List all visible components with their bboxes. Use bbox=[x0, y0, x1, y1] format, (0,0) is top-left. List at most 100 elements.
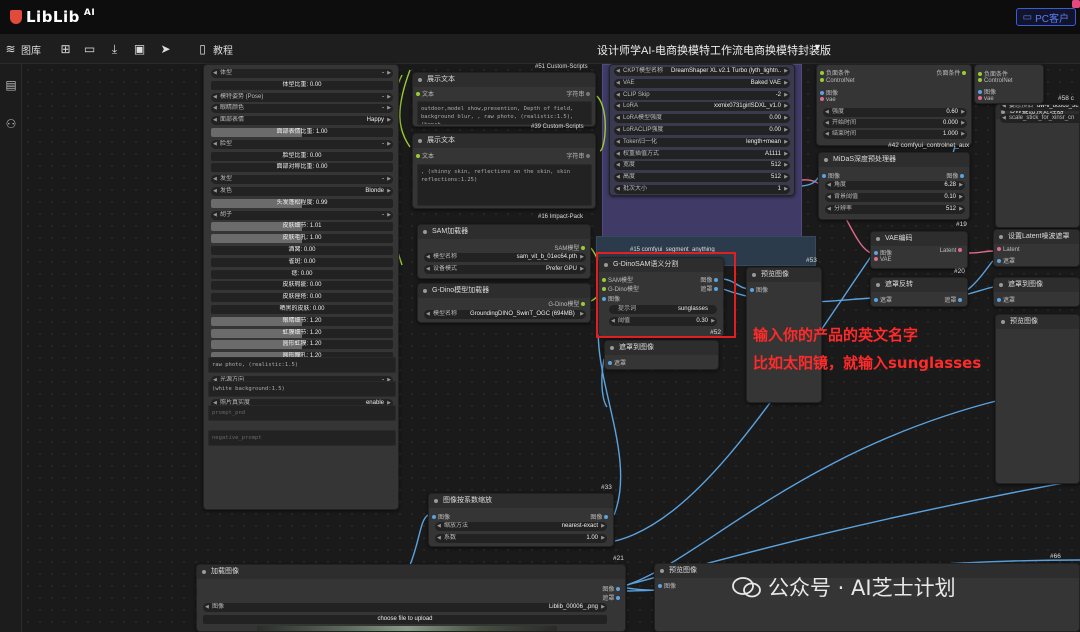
param-slider[interactable]: 晒黑的皮肤: 0.00 bbox=[211, 305, 393, 314]
param-slider[interactable]: 眼睛细节: 1.20 bbox=[211, 316, 393, 326]
param-select[interactable]: ◀ 面部表情 Happy ▶ bbox=[211, 116, 393, 126]
sam-loader-node[interactable]: SAM加载器 SAM模型 ◀ 模型名称 sam_vit_b_01ec64.pth ▶ … bbox=[417, 224, 591, 279]
port-mask-in[interactable]: 遮罩 bbox=[997, 295, 1015, 304]
document-icon[interactable]: ▤ bbox=[4, 78, 18, 92]
resolution-stepper[interactable]: ◀ 分辨率 512 ▶ bbox=[825, 205, 965, 214]
share-button[interactable]: ➤ bbox=[159, 41, 172, 57]
port-sam-out[interactable]: SAM模型 bbox=[554, 243, 587, 252]
param-select[interactable]: ◀ 发色 Blonde ▶ bbox=[211, 187, 393, 196]
controlnet-apply-node[interactable]: 负面条件 ControlNet 图像 vae 负面条件 ◀ 强度 0.60 ▶ ◀ 开始… bbox=[816, 64, 972, 146]
port-latent-in[interactable]: Latent bbox=[997, 247, 1020, 253]
ckpt-param[interactable]: ◀ 批次大小 1 ▶ bbox=[614, 185, 790, 194]
prompt-textarea[interactable]: prompt_pnd bbox=[208, 405, 396, 421]
ckpt-param[interactable]: ◀ LoRA模型强度 0.00 ▶ bbox=[614, 114, 790, 124]
port-image-in[interactable]: 图像 bbox=[822, 171, 840, 180]
upload-button[interactable]: choose file to upload bbox=[203, 615, 607, 624]
download-button[interactable]: ⤓ bbox=[108, 41, 121, 57]
arrow-right-icon[interactable]: ▶ bbox=[784, 173, 788, 182]
arrow-right-icon[interactable]: ▶ bbox=[784, 161, 788, 170]
arrow-right-icon[interactable]: ▶ bbox=[387, 116, 391, 125]
param-slider[interactable]: 头发蓬松程度: 0.99 bbox=[211, 198, 393, 208]
mask-to-image-node[interactable]: 遮罩到图像 遮罩 bbox=[604, 340, 719, 370]
arrow-right-icon[interactable]: ▶ bbox=[784, 185, 788, 194]
show-text-node-2[interactable]: 展示文本 文本 字符串 , (shinny skin, reflections … bbox=[412, 133, 596, 209]
param-slider[interactable]: 皮肤瑕疵: 0.00 bbox=[211, 281, 393, 291]
arrow-left-icon[interactable]: ◀ bbox=[213, 116, 217, 125]
param-slider[interactable]: 皮肤细节: 1.01 bbox=[211, 222, 393, 232]
port-image-in[interactable]: 图像 bbox=[432, 512, 450, 521]
param-select[interactable]: ◀ 体型 - ▶ bbox=[211, 69, 393, 78]
ckpt-param[interactable]: ◀ LoRACLIP强度 0.00 ▶ bbox=[614, 126, 790, 135]
arrow-left-icon[interactable]: ◀ bbox=[213, 187, 217, 196]
port-controlnet-in[interactable]: ControlNet bbox=[820, 78, 855, 84]
port-pos-out[interactable]: 负面条件 bbox=[978, 69, 1008, 78]
arrow-right-icon[interactable]: ▶ bbox=[387, 93, 391, 102]
pc-client-button[interactable]: ▭ PC客户 bbox=[1015, 8, 1076, 26]
scale-factor-stepper[interactable]: ◀ 系数 1.00 ▶ bbox=[435, 534, 607, 543]
tutorial-button[interactable]: ▯ 教程 bbox=[196, 41, 233, 57]
arrow-left-icon[interactable]: ◀ bbox=[213, 69, 217, 78]
param-select[interactable]: ◀ 发型 - ▶ bbox=[211, 175, 393, 185]
port-image-out[interactable]: 图像 bbox=[946, 171, 966, 180]
port-image-in[interactable]: 图像 bbox=[874, 248, 892, 257]
liblib-logo[interactable]: LibLib AI bbox=[10, 8, 95, 26]
port-text-in[interactable]: 文本 bbox=[416, 151, 434, 160]
ckpt-param[interactable]: ◀ CLIP Skip -2 ▶ bbox=[614, 90, 790, 100]
port-mask-out[interactable]: 遮罩 bbox=[602, 593, 622, 602]
vae-encode-node[interactable]: VAE编码 图像 VAE Latent bbox=[870, 231, 968, 269]
mask-invert-node[interactable]: 遮罩反转 遮罩 遮罩 bbox=[870, 277, 968, 307]
arrow-left-icon[interactable]: ◀ bbox=[213, 175, 217, 184]
param-slider[interactable]: 痣: 0.00 bbox=[211, 269, 393, 279]
param-slider[interactable]: 酒窝: 0.00 bbox=[211, 246, 393, 255]
port-mask-in[interactable]: 遮罩 bbox=[874, 295, 892, 304]
prompt-textarea[interactable]: raw photo, (realistic:1.5) bbox=[208, 357, 396, 373]
arrow-left-icon[interactable]: ◀ bbox=[616, 79, 620, 88]
model-name-select[interactable]: ◀ 模型名称 sam_vit_b_01ec64.pth ▶ bbox=[424, 253, 586, 262]
bg-threshold-stepper[interactable]: ◀ 背景阈值 0.10 ▶ bbox=[825, 193, 965, 202]
arrow-right-icon[interactable]: ▶ bbox=[784, 150, 788, 159]
arrow-right-icon[interactable]: ▶ bbox=[387, 175, 391, 184]
param-slider[interactable]: 皮肤毛孔: 1.00 bbox=[211, 234, 393, 244]
prompt-textarea[interactable]: (white background:1.5) bbox=[208, 381, 396, 397]
port-mask-out[interactable]: 遮罩 bbox=[944, 295, 964, 304]
arrow-left-icon[interactable]: ◀ bbox=[616, 126, 620, 135]
dw-pose-node[interactable]: DW姿态预处理器 ◀检测手部◀检测身体◀检测脸部◀分辨率◀BBox检测◀姿态预估… bbox=[995, 104, 1080, 228]
port-vae-in[interactable]: vae bbox=[820, 97, 836, 103]
port-vae-out[interactable]: vae bbox=[978, 96, 994, 102]
port-latent-out[interactable]: Latent bbox=[940, 248, 964, 254]
strength-stepper[interactable]: ◀ 强度 0.60 ▶ bbox=[823, 108, 967, 117]
arrow-left-icon[interactable]: ◀ bbox=[1002, 105, 1006, 111]
port-text-in[interactable]: 文本 bbox=[416, 89, 434, 98]
image-file-select[interactable]: ◀ 图像 Liblib_00006_.png ▶ bbox=[203, 603, 607, 612]
arrow-right-icon[interactable]: ▶ bbox=[784, 67, 788, 76]
gdino-loader-node[interactable]: G-Dino模型加载器 G-Dino模型 ◀ 模型名称 GroundingDINO_… bbox=[417, 283, 591, 323]
port-neg-out[interactable]: 负面条件 bbox=[936, 68, 968, 77]
param-slider[interactable]: 雀斑: 0.00 bbox=[211, 257, 393, 267]
port-neg-in[interactable]: 负面条件 bbox=[820, 68, 850, 77]
arrow-left-icon[interactable]: ◀ bbox=[616, 114, 620, 123]
show-text-node-1[interactable]: 展示文本 文本 字符串 outdoor,model show,presentio… bbox=[412, 72, 596, 127]
param-select[interactable]: ◀ 眼睛颜色 - ▶ bbox=[211, 104, 393, 114]
checkpoint-loader-node[interactable]: ◀ CKPT模型名称 DreamShaper XL v2.1 Turbo (lyth… bbox=[609, 64, 795, 196]
ckpt-param[interactable]: ◀ Token归一化 length+mean ▶ bbox=[614, 137, 790, 147]
arrow-left-icon[interactable]: ◀ bbox=[1002, 114, 1006, 123]
arrow-left-icon[interactable]: ◀ bbox=[213, 93, 217, 102]
arrow-right-icon[interactable]: ▶ bbox=[387, 140, 391, 149]
start-stepper[interactable]: ◀ 开始时间 0.000 ▶ bbox=[823, 119, 967, 128]
arrow-left-icon[interactable]: ◀ bbox=[616, 185, 620, 194]
param-slider[interactable]: 脸型比重: 0.00 bbox=[211, 151, 393, 161]
arrow-right-icon[interactable]: ▶ bbox=[784, 91, 788, 100]
arrow-left-icon[interactable]: ◀ bbox=[616, 102, 620, 111]
image-scale-node[interactable]: 图像按系数缩放 图像 图像 ◀ 缩放方法 nearest-exact ▶ ◀ 系数 1.0… bbox=[428, 493, 614, 547]
port-string-out[interactable]: 字符串 bbox=[566, 151, 592, 160]
gdino-model-select[interactable]: ◀ 模型名称 GroundingDINO_SwinT_OGC (694MB) ▶ bbox=[424, 310, 586, 319]
arrow-right-icon[interactable]: ▶ bbox=[784, 114, 788, 123]
port-vae-in[interactable]: VAE bbox=[874, 257, 892, 263]
scale-method-select[interactable]: ◀ 缩放方法 nearest-exact ▶ bbox=[435, 522, 607, 531]
param-slider[interactable]: 圆形虹膜: 1.20 bbox=[211, 340, 393, 350]
arrow-right-icon[interactable]: ▶ bbox=[784, 79, 788, 88]
midas-node[interactable]: MiDaS深度预处理器 图像 图像 ◀ 角度 6.28 ▶ ◀ 背景阈值 0.10 ▶ ◀ 分… bbox=[818, 152, 970, 220]
arrow-right-icon[interactable]: ▶ bbox=[784, 126, 788, 135]
arrow-left-icon[interactable]: ◀ bbox=[616, 161, 620, 170]
arrow-left-icon[interactable]: ◀ bbox=[213, 140, 217, 149]
